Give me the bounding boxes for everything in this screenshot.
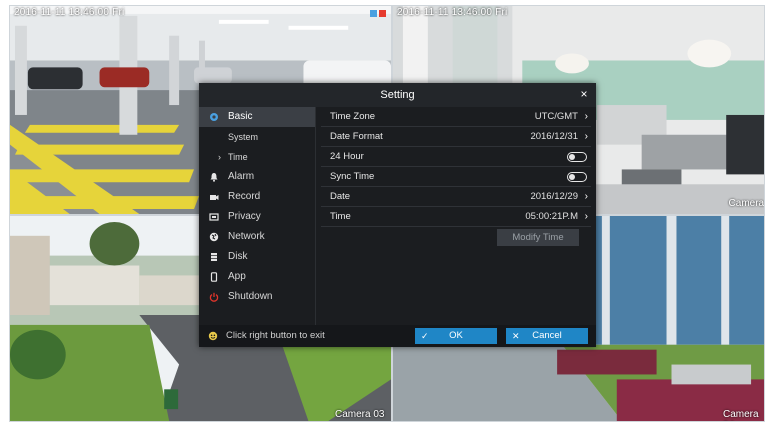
row-label: 24 Hour bbox=[330, 151, 364, 162]
time-value: 05:00:21P.M bbox=[525, 211, 578, 222]
sidebar-item-label: Disk bbox=[228, 251, 248, 262]
camera-02-label: Camera 02 bbox=[728, 198, 765, 209]
sidebar-item-app[interactable]: App bbox=[199, 267, 315, 287]
sidebar-item-label: Alarm bbox=[228, 171, 255, 182]
sidebar-item-label: Basic bbox=[228, 111, 253, 122]
sidebar-item-record[interactable]: Record bbox=[199, 187, 315, 207]
date-format-row[interactable]: Date Format 2016/12/31 › bbox=[321, 127, 591, 147]
sidebar-item-label: App bbox=[228, 271, 246, 282]
dialog-title: Setting bbox=[199, 83, 596, 107]
chevron-right-icon: › bbox=[218, 152, 221, 162]
camera-icon bbox=[210, 195, 219, 200]
power-icon bbox=[209, 292, 219, 302]
time-row[interactable]: Time 05:00:21P.M › bbox=[321, 207, 591, 227]
sidebar-item-label: Privacy bbox=[228, 211, 261, 222]
chevron-right-icon: › bbox=[584, 111, 588, 122]
record-indicator-icon bbox=[379, 10, 386, 17]
exit-hint: Click right button to exit bbox=[226, 330, 325, 341]
sidebar-item-alarm[interactable]: Alarm bbox=[199, 167, 315, 187]
cancel-button[interactable]: ✕ Cancel bbox=[506, 328, 588, 344]
ok-label: OK bbox=[449, 330, 463, 341]
sidebar-item-label: Shutdown bbox=[228, 291, 273, 302]
date-value: 2016/12/29 bbox=[530, 191, 578, 202]
timestamp-left: 2016-11-11 13:46:00 Fri bbox=[14, 7, 125, 18]
sidebar-item-label: Record bbox=[228, 191, 261, 202]
sidebar-item-label: System bbox=[228, 132, 259, 142]
privacy-icon bbox=[209, 213, 219, 221]
sidebar-item-system[interactable]: System bbox=[199, 127, 315, 147]
time-zone-value: UTC/GMT bbox=[534, 111, 578, 122]
toggle-knob bbox=[569, 174, 575, 180]
time-zone-row[interactable]: Time Zone UTC/GMT › bbox=[321, 107, 591, 127]
camera-04-label: Camera 04 bbox=[723, 409, 759, 421]
ok-button[interactable]: ✓ OK bbox=[415, 328, 497, 344]
24-hour-toggle[interactable] bbox=[567, 152, 587, 162]
time-settings-panel: Time Zone UTC/GMT › Date Format 2016/12/… bbox=[316, 107, 596, 325]
dialog-footer: Click right button to exit ✓ OK ✕ Cancel bbox=[199, 325, 596, 347]
close-icon[interactable]: × bbox=[577, 87, 591, 101]
close-icon: ✕ bbox=[512, 331, 520, 341]
settings-sidebar: Basic System › Time Alarm Record Privacy… bbox=[199, 107, 316, 325]
toggle-knob bbox=[569, 154, 575, 160]
settings-dialog: Setting × Basic System › Time Alarm Reco… bbox=[199, 83, 596, 347]
row-label: Time Zone bbox=[330, 111, 376, 122]
sidebar-item-label: Network bbox=[228, 231, 265, 242]
date-format-value: 2016/12/31 bbox=[530, 131, 578, 142]
modify-time-button[interactable]: Modify Time bbox=[497, 229, 579, 246]
mouse-icon bbox=[208, 331, 218, 341]
gear-icon bbox=[210, 113, 218, 121]
sidebar-item-shutdown[interactable]: Shutdown bbox=[199, 287, 315, 307]
sidebar-item-disk[interactable]: Disk bbox=[199, 247, 315, 267]
sync-time-toggle[interactable] bbox=[567, 172, 587, 182]
bell-icon bbox=[210, 173, 218, 182]
sidebar-item-basic[interactable]: Basic bbox=[199, 107, 315, 127]
disk-icon bbox=[211, 253, 217, 261]
date-row[interactable]: Date 2016/12/29 › bbox=[321, 187, 591, 207]
chevron-right-icon: › bbox=[584, 131, 588, 142]
row-label: Time bbox=[330, 211, 351, 222]
chevron-right-icon: › bbox=[584, 211, 588, 222]
row-label: Date Format bbox=[330, 131, 383, 142]
sidebar-item-time[interactable]: › Time bbox=[199, 147, 315, 167]
chevron-right-icon: › bbox=[584, 191, 588, 202]
sidebar-item-label: Time bbox=[228, 152, 248, 162]
sync-time-row: Sync Time bbox=[321, 167, 591, 187]
camera-03-label: Camera 03 bbox=[335, 409, 385, 420]
sidebar-item-network[interactable]: Network bbox=[199, 227, 315, 247]
24-hour-row: 24 Hour bbox=[321, 147, 591, 167]
timestamp-right: 2016-11-11 13:46:00 Fri bbox=[397, 7, 508, 18]
row-label: Date bbox=[330, 191, 351, 202]
check-icon: ✓ bbox=[421, 331, 429, 341]
network-icon bbox=[370, 10, 377, 17]
sidebar-item-privacy[interactable]: Privacy bbox=[199, 207, 315, 227]
row-label: Sync Time bbox=[330, 171, 375, 182]
cancel-label: Cancel bbox=[532, 330, 562, 341]
globe-icon bbox=[209, 232, 219, 242]
phone-icon bbox=[210, 272, 218, 282]
